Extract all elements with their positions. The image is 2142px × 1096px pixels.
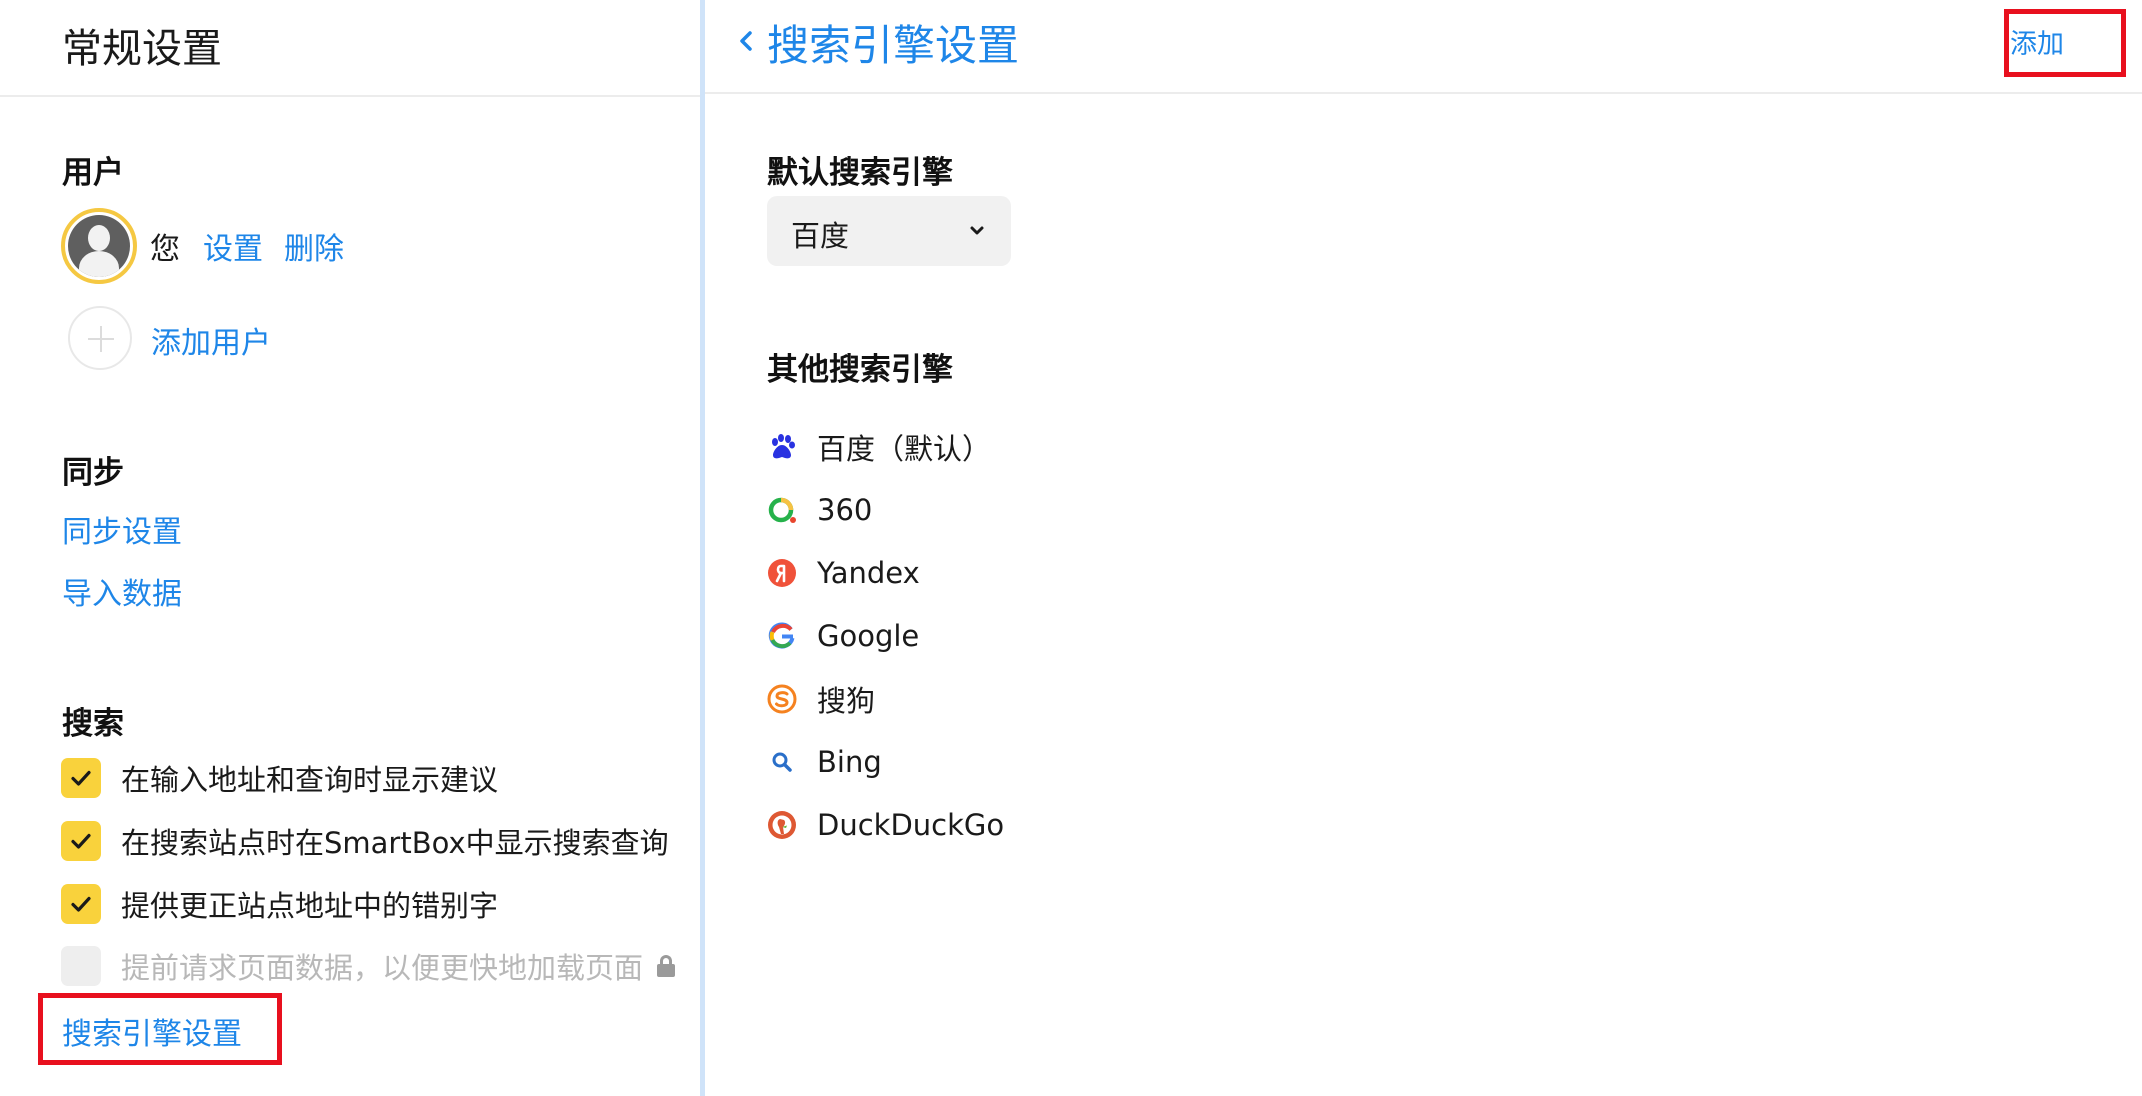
engine-item-yandex[interactable]: Yandex [767, 553, 920, 593]
search-engine-settings-panel: 搜索引擎设置 添加 默认搜索引擎 百度 其他搜索引擎 百度（默认） 360 Ya… [705, 0, 2142, 1096]
check-icon [71, 896, 91, 912]
default-engine-value: 百度 [791, 219, 850, 253]
panel-title: 搜索引擎设置 [767, 21, 1020, 70]
default-engine-select[interactable]: 百度 [767, 196, 1011, 266]
engine-label: 百度（默认） [817, 432, 992, 466]
engine-label: DuckDuckGo [817, 808, 1005, 842]
search-option-preload: 提前请求页面数据，以便更快地加载页面 [61, 946, 676, 986]
search-option-label: 提供更正站点地址中的错别字 [121, 889, 499, 923]
engine-item-duckduckgo[interactable]: DuckDuckGo [767, 805, 1004, 845]
check-icon [71, 833, 91, 849]
checkbox-checked[interactable] [61, 758, 101, 798]
left-header: 常规设置 [0, 0, 700, 97]
highlight-box [38, 993, 282, 1065]
user-settings-link[interactable]: 设置 [203, 224, 263, 268]
other-engines-heading: 其他搜索引擎 [767, 352, 953, 388]
checkbox-disabled [61, 946, 101, 986]
sync-settings-link[interactable]: 同步设置 [62, 507, 182, 551]
general-settings-panel: 常规设置 用户 您 设置 删除 添加用户 同步 同步设置 导入数据 搜索 在输入… [0, 0, 700, 1096]
checkbox-checked[interactable] [61, 821, 101, 861]
users-section-heading: 用户 [62, 155, 124, 191]
sogou-icon [767, 684, 797, 714]
google-icon [768, 622, 795, 649]
engine-label: Bing [817, 745, 882, 779]
default-engine-heading: 默认搜索引擎 [767, 155, 953, 191]
settings-page: 常规设置 用户 您 设置 删除 添加用户 同步 同步设置 导入数据 搜索 在输入… [0, 0, 2142, 1096]
search-option-label: 在搜索站点时在SmartBox中显示搜索查询 [121, 826, 669, 860]
page-title: 常规设置 [62, 26, 222, 72]
engine-label: Google [817, 619, 920, 653]
engine-item-bing[interactable]: Bing [767, 742, 882, 782]
lock-icon [657, 955, 676, 977]
engine-label: 360 [817, 493, 873, 527]
engine-item-baidu[interactable]: 百度（默认） [767, 427, 991, 467]
search-option-typo-correction[interactable]: 提供更正站点地址中的错别字 [61, 884, 498, 924]
search-option-label: 在输入地址和查询时显示建议 [121, 763, 499, 797]
user-name: 您 [150, 232, 180, 267]
engine-label: Yandex [817, 556, 920, 590]
user-delete-link[interactable]: 删除 [284, 224, 344, 268]
highlight-box [2004, 9, 2126, 77]
back-chevron-icon[interactable] [731, 26, 761, 56]
engine-item-google[interactable]: Google [767, 616, 919, 656]
add-user-plus-icon[interactable] [68, 306, 132, 370]
360-icon [768, 497, 796, 523]
add-user-link[interactable]: 添加用户 [151, 318, 271, 362]
search-option-suggestions[interactable]: 在输入地址和查询时显示建议 [61, 758, 498, 798]
engine-item-360[interactable]: 360 [767, 490, 872, 530]
import-data-link[interactable]: 导入数据 [62, 569, 182, 613]
avatar-icon [68, 215, 130, 277]
search-option-label: 提前请求页面数据，以便更快地加载页面 [121, 951, 644, 985]
duckduckgo-icon [768, 811, 796, 839]
checkbox-checked[interactable] [61, 884, 101, 924]
baidu-icon [772, 434, 795, 459]
yandex-icon [768, 559, 796, 587]
chevron-down-icon [970, 226, 984, 235]
bing-search-icon [772, 752, 792, 772]
right-header: 搜索引擎设置 添加 [705, 0, 2142, 94]
sync-section-heading: 同步 [62, 455, 124, 491]
search-section-heading: 搜索 [62, 706, 124, 742]
engine-item-sogou[interactable]: 搜狗 [767, 679, 875, 719]
search-option-smartbox[interactable]: 在搜索站点时在SmartBox中显示搜索查询 [61, 821, 669, 861]
engine-label: 搜狗 [817, 684, 876, 718]
check-icon [71, 770, 91, 786]
avatar[interactable] [61, 208, 137, 284]
